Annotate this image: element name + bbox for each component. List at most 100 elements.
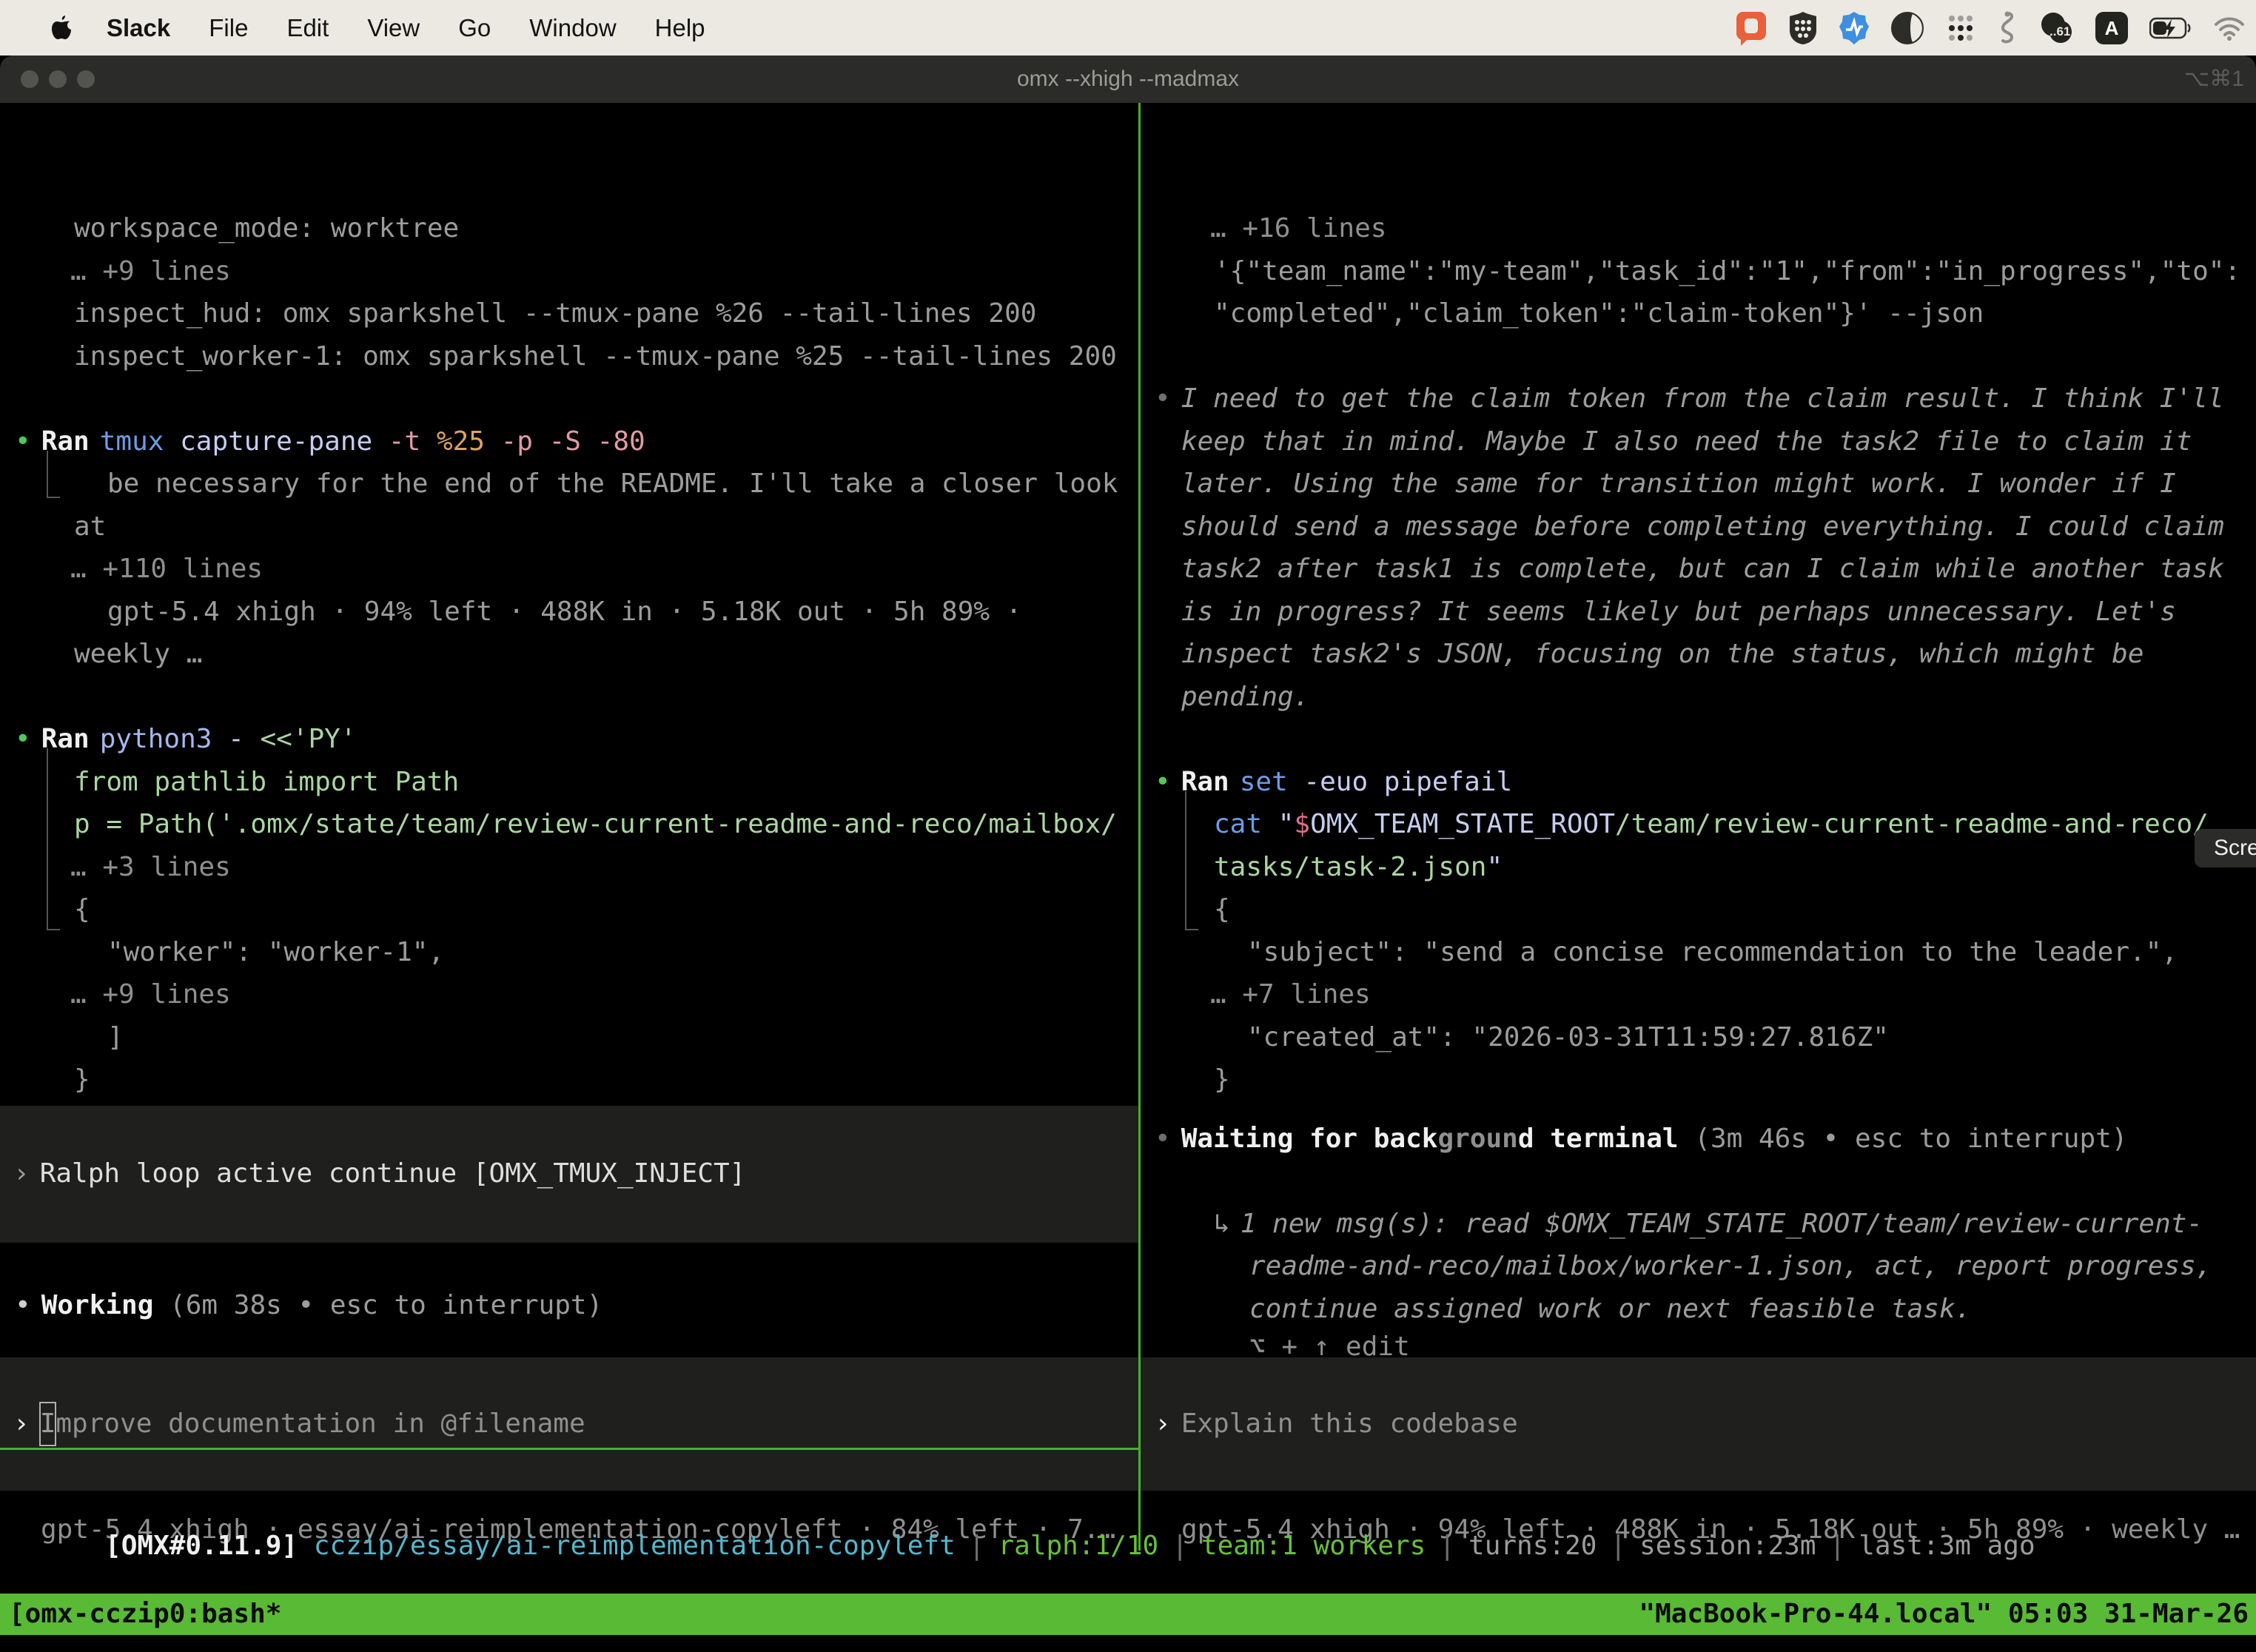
- prompt-line: ›Explain this codebase: [1155, 1403, 1518, 1446]
- mailbox-message: ↳1 new msg(s): read $OMX_TEAM_STATE_ROOT…: [1214, 1203, 2203, 1246]
- hud-session: session:23m: [1639, 1531, 1816, 1561]
- output-elbow: [47, 451, 60, 498]
- run-bullet: •: [1155, 767, 1171, 797]
- assistant-a-label: A: [2095, 11, 2129, 45]
- term-line: inspect_hud: omx sparkshell --tmux-pane …: [74, 292, 1036, 335]
- assistant-a-icon[interactable]: A: [2095, 11, 2129, 45]
- thinking-line: later. Using the same for transition mig…: [1181, 463, 2176, 506]
- chat-app-icon[interactable]: [1735, 10, 1767, 46]
- shield-grid-icon[interactable]: [1788, 11, 1818, 45]
- term-line: "subject": "send a concise recommendatio…: [1247, 931, 2178, 974]
- term-line: {: [1214, 888, 1230, 931]
- wifi-icon[interactable]: [2213, 16, 2246, 41]
- thinking-line: is in progress? It seems likely but perh…: [1181, 591, 2176, 634]
- term-line: at: [74, 506, 106, 548]
- menu-file[interactable]: File: [209, 14, 248, 42]
- term-line: "worker": "worker-1",: [107, 931, 444, 974]
- cat-command-line2: tasks/task-2.json": [1214, 846, 1503, 889]
- ran-tmux-command: •Rantmux capture-pane -t %25 -p -S -80: [15, 420, 645, 463]
- term-line: inspect_worker-1: omx sparkshell --tmux-…: [74, 335, 1117, 378]
- run-bullet: •: [15, 724, 31, 754]
- omx-hud-status: [OMX#0.11.9] cczip/essay/ai-reimplementa…: [9, 1482, 2035, 1525]
- window-title-bar: omx --xhigh --madmax ⌥⌘1: [0, 56, 2256, 103]
- ralph-notice-band: ›Ralph loop active continue [OMX_TMUX_IN…: [0, 1106, 1138, 1243]
- pane-divider[interactable]: [1138, 103, 1141, 1551]
- ran-set-command: •Ranset -euo pipefail: [1155, 761, 1512, 804]
- term-line: … +7 lines: [1210, 973, 1371, 1016]
- pane-border-bottom-left: [0, 1448, 1155, 1450]
- waiting-status: •Waiting for background terminal (3m 46s…: [1155, 1118, 2127, 1161]
- thinking-line: pending.: [1181, 676, 1309, 719]
- prompt-input-right[interactable]: ›Explain this codebase: [1141, 1357, 2256, 1491]
- term-line: '{"team_name":"my-team","task_id":"1","f…: [1214, 250, 2240, 293]
- apple-icon: [50, 15, 73, 41]
- screen-tooltip: Scre: [2195, 829, 2256, 867]
- term-line: }: [1214, 1058, 1230, 1101]
- ran-python-command: •Ranpython3 - <<'PY': [15, 718, 357, 761]
- term-line: {: [74, 888, 90, 931]
- term-line: be necessary for the end of the README. …: [107, 463, 1118, 506]
- hud-repo: cczip/essay/ai-reimplementation-copyleft: [314, 1531, 956, 1561]
- hud-ralph: ralph:1/10: [998, 1531, 1158, 1561]
- term-line: "created_at": "2026-03-31T11:59:27.816Z": [1247, 1016, 1889, 1059]
- input-ghost-text: mprove documentation in @filename: [56, 1408, 585, 1439]
- thinking-line: •I need to get the claim token from the …: [1155, 377, 2224, 420]
- working-status: •Working (6m 38s • esc to interrupt): [15, 1284, 602, 1327]
- count-badge-label: ..61: [2049, 24, 2070, 39]
- hud-team: team:1 workers: [1201, 1531, 1426, 1561]
- menu-edit[interactable]: Edit: [286, 14, 329, 42]
- count-badge-icon[interactable]: ..61: [2038, 11, 2074, 45]
- screen: Slack File Edit View Go Window Help: [0, 0, 2256, 1652]
- hud-turns: turns:20: [1468, 1531, 1597, 1561]
- run-bullet: •: [15, 426, 31, 457]
- term-line: … +9 lines: [70, 973, 231, 1016]
- output-elbow: [47, 748, 60, 930]
- menu-view[interactable]: View: [367, 14, 420, 42]
- prompt-line: › Improve documentation in @filename: [13, 1403, 585, 1446]
- dots-grid-icon[interactable]: [1945, 13, 1976, 44]
- term-line: workspace_mode: worktree: [74, 207, 459, 250]
- reply-arrow-icon: ↳: [1214, 1209, 1230, 1239]
- thinking-line: task2 after task1 is complete, but can I…: [1181, 548, 2224, 591]
- hud-last: last:3m ago: [1859, 1531, 2035, 1561]
- output-elbow: [1185, 791, 1198, 930]
- tmux-session-label[interactable]: [omx-cczip0:bash*: [9, 1594, 281, 1635]
- pulse-badge-icon[interactable]: [1839, 10, 1870, 46]
- mailbox-message: readme-and-reco/mailbox/worker-1.json, a…: [1249, 1245, 2212, 1288]
- window-title: omx --xhigh --madmax: [0, 56, 2256, 103]
- menu-go[interactable]: Go: [458, 14, 491, 42]
- menu-status-icons: ..61 A: [1735, 0, 2246, 56]
- term-line: … +110 lines: [70, 548, 263, 591]
- text-cursor: I: [40, 1403, 56, 1446]
- prompt-input-left[interactable]: › Improve documentation in @filename: [0, 1357, 1138, 1491]
- omx-version: [OMX#0.11.9]: [105, 1531, 298, 1561]
- term-line: from pathlib import Path: [74, 761, 459, 804]
- battery-icon[interactable]: [2149, 17, 2192, 39]
- input-placeholder: Explain this codebase: [1181, 1408, 1518, 1439]
- menu-window[interactable]: Window: [529, 14, 616, 42]
- menu-app-slack[interactable]: Slack: [107, 14, 170, 42]
- thinking-line: should send a message before completing …: [1181, 506, 2224, 548]
- term-line: … +3 lines: [70, 846, 231, 889]
- term-line: … +16 lines: [1210, 207, 1386, 250]
- term-line: "completed","claim_token":"claim-token"}…: [1214, 292, 1984, 335]
- term-line: }: [74, 1058, 90, 1101]
- term-line: … +9 lines: [70, 250, 231, 293]
- term-line: gpt-5.4 xhigh · 94% left · 488K in · 5.1…: [107, 591, 1021, 634]
- tmux-host-clock: "MacBook-Pro-44.local" 05:03 31-Mar-26: [1639, 1594, 2249, 1635]
- prompt-chevron: ›: [13, 1408, 30, 1439]
- menu-bar: Slack File Edit View Go Window Help: [0, 0, 2256, 56]
- thinking-line: keep that in mind. Maybe I also need the…: [1181, 420, 2192, 463]
- window-shortcut-hint: ⌥⌘1: [2184, 56, 2244, 103]
- term-line: weekly …: [74, 633, 202, 676]
- mailbox-message: continue assigned work or next feasible …: [1249, 1288, 1971, 1331]
- ralph-loop-notice: ›Ralph loop active continue [OMX_TMUX_IN…: [13, 1152, 745, 1195]
- terminal: workspace_mode: worktree … +9 lines insp…: [0, 103, 2256, 1652]
- menu-help[interactable]: Help: [655, 14, 705, 42]
- cat-command-line: cat "$OMX_TEAM_STATE_ROOT/team/review-cu…: [1214, 803, 2209, 846]
- thinking-line: inspect task2's JSON, focusing on the st…: [1181, 633, 2143, 676]
- term-line: ]: [107, 1016, 124, 1059]
- moon-circle-icon[interactable]: [1890, 11, 1924, 45]
- hook-icon[interactable]: [1997, 10, 2018, 46]
- apple-menu[interactable]: [50, 15, 73, 41]
